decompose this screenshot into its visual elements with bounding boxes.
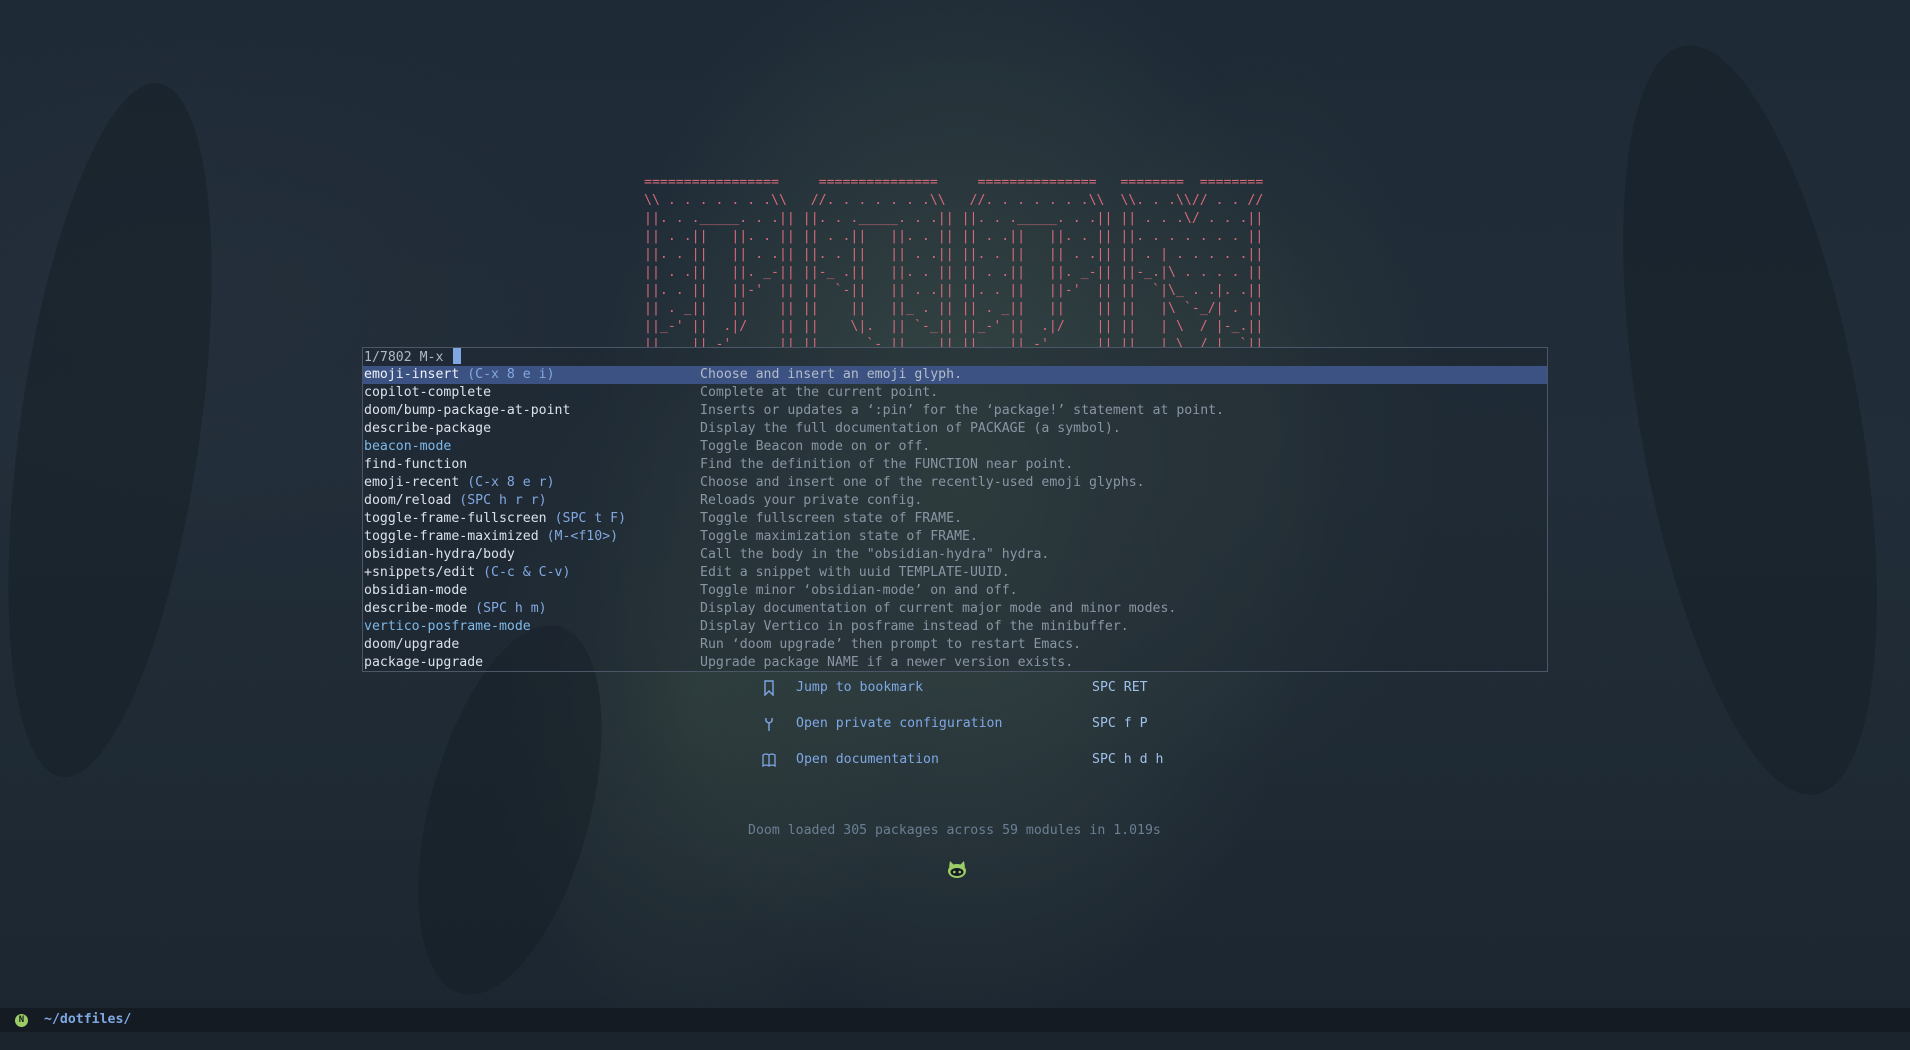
candidate-row[interactable]: copilot-complete Complete at the current … <box>363 384 1547 402</box>
candidate-description: Upgrade package NAME if a newer version … <box>700 655 1074 670</box>
echo-area[interactable] <box>0 1032 1910 1050</box>
command-name: find-function <box>364 457 468 472</box>
keybinding: (SPC h m) <box>467 601 547 616</box>
candidate-command: toggle-frame-fullscreen (SPC t F) <box>364 510 626 528</box>
keybinding: (C-c & C-v) <box>475 565 571 580</box>
menu-keybinding: SPC h d h <box>1092 752 1164 767</box>
vertico-posframe: 1/7802 M-x emoji-insert (C-x 8 e i) Choos… <box>362 347 1548 672</box>
candidate-row[interactable]: doom/bump-package-at-point Inserts or upd… <box>363 402 1547 420</box>
candidate-description: Display documentation of current major m… <box>700 601 1177 616</box>
command-name: package-upgrade <box>364 655 484 670</box>
keybinding: (SPC h r r) <box>451 493 547 508</box>
command-name: doom/reload <box>364 493 452 508</box>
menu-label: Open private configuration <box>796 716 1003 731</box>
candidate-row[interactable]: describe-mode (SPC h m) Display documenta… <box>363 600 1547 618</box>
command-name: vertico-posframe-mode <box>364 619 531 634</box>
bookmark-icon <box>764 680 774 696</box>
candidate-command: emoji-recent (C-x 8 e r) <box>364 474 555 492</box>
candidate-command: describe-package <box>364 420 491 438</box>
book-icon <box>762 753 776 768</box>
candidate-description: Display Vertico in posframe instead of t… <box>700 619 1129 634</box>
candidate-row[interactable]: doom/reload (SPC h r r) Reloads your priv… <box>363 492 1547 510</box>
candidate-command: doom/reload (SPC h r r) <box>364 492 547 510</box>
keybinding: (SPC t F) <box>546 511 627 526</box>
keybinding: (M-<f10>) <box>538 529 619 544</box>
command-name: emoji-recent <box>364 475 460 490</box>
background-shadow <box>0 70 248 790</box>
doom-ascii-banner: ================= =============== ======… <box>644 175 1264 348</box>
buffer-path[interactable]: ~/dotfiles/ <box>44 1008 131 1032</box>
command-name: describe-mode <box>364 601 468 616</box>
candidate-row[interactable]: beacon-mode Toggle Beacon mode on or off. <box>363 438 1547 456</box>
candidate-description: Choose and insert an emoji glyph. <box>700 367 963 382</box>
candidate-description: Inserts or updates a ‘:pin’ for the ‘pac… <box>700 403 1225 418</box>
command-name: doom/upgrade <box>364 637 460 652</box>
candidate-count: 1/7802 <box>364 350 412 365</box>
background-shadow <box>1575 26 1910 814</box>
candidate-description: Complete at the current point. <box>700 385 939 400</box>
candidate-row[interactable]: emoji-recent (C-x 8 e r) Choose and inser… <box>363 474 1547 492</box>
command-name: describe-package <box>364 421 492 436</box>
candidate-command: beacon-mode <box>364 438 451 456</box>
candidate-description: Toggle fullscreen state of FRAME. <box>700 511 963 526</box>
prompt-label: M-x <box>419 350 444 365</box>
candidate-command: +snippets/edit (C-c & C-v) <box>364 564 570 582</box>
candidate-command: doom/bump-package-at-point <box>364 402 570 420</box>
candidate-row[interactable]: obsidian-hydra/body Call the body in the … <box>363 546 1547 564</box>
candidate-description: Reloads your private config. <box>700 493 923 508</box>
candidate-row[interactable]: doom/upgrade Run ‘doom upgrade’ then prom… <box>363 636 1547 654</box>
command-name: obsidian-mode <box>364 583 468 598</box>
candidate-description: Toggle minor ‘obsidian-mode’ on and off. <box>700 583 1018 598</box>
command-name: +snippets/edit <box>364 565 476 580</box>
keybinding: (C-x 8 e i) <box>459 367 555 382</box>
command-name: beacon-mode <box>364 439 452 454</box>
candidate-description: Edit a snippet with uuid TEMPLATE-UUID. <box>700 565 1010 580</box>
command-name: emoji-insert <box>364 367 460 382</box>
github-octocat-icon[interactable] <box>946 861 968 879</box>
candidate-command: describe-mode (SPC h m) <box>364 600 547 618</box>
command-name: obsidian-hydra/body <box>364 547 515 562</box>
command-name: copilot-complete <box>364 385 492 400</box>
candidate-command: emoji-insert (C-x 8 e i) <box>364 366 555 384</box>
candidate-description: Display the full documentation of PACKAG… <box>700 421 1121 436</box>
keybinding: (C-x 8 e r) <box>459 475 555 490</box>
text-cursor <box>453 348 462 364</box>
menu-keybinding: SPC f P <box>1092 716 1148 731</box>
modeline: N ~/dotfiles/ <box>0 1008 1910 1032</box>
minibuffer-prompt[interactable]: 1/7802 M-x <box>363 348 1547 366</box>
candidate-command: obsidian-hydra/body <box>364 546 515 564</box>
candidate-row[interactable]: package-upgrade Upgrade package NAME if a… <box>363 654 1547 671</box>
candidate-command: find-function <box>364 456 467 474</box>
candidate-description: Choose and insert one of the recently-us… <box>700 475 1145 490</box>
command-name: doom/bump-package-at-point <box>364 403 571 418</box>
load-stats: Doom loaded 305 packages across 59 modul… <box>748 823 1161 838</box>
candidate-description: Toggle Beacon mode on or off. <box>700 439 931 454</box>
candidate-row[interactable]: vertico-posframe-mode Display Vertico in … <box>363 618 1547 636</box>
candidate-row[interactable]: describe-package Display the full documen… <box>363 420 1547 438</box>
candidate-command: obsidian-mode <box>364 582 467 600</box>
candidate-description: Run ‘doom upgrade’ then prompt to restar… <box>700 637 1082 652</box>
candidate-command: vertico-posframe-mode <box>364 618 531 636</box>
menu-keybinding: SPC RET <box>1092 680 1148 695</box>
candidate-list: emoji-insert (C-x 8 e i) Choose and inser… <box>363 366 1547 671</box>
candidate-command: doom/upgrade <box>364 636 459 654</box>
candidate-command: copilot-complete <box>364 384 491 402</box>
candidate-command: toggle-frame-maximized (M-<f10>) <box>364 528 618 546</box>
candidate-command: package-upgrade <box>364 654 484 671</box>
candidate-row[interactable]: obsidian-mode Toggle minor ‘obsidian-mode… <box>363 582 1547 600</box>
candidate-description: Toggle maximization state of FRAME. <box>700 529 978 544</box>
candidate-row[interactable]: emoji-insert (C-x 8 e i) Choose and inser… <box>363 366 1547 384</box>
evil-state-badge: N <box>15 1014 28 1027</box>
tools-icon <box>765 717 773 731</box>
candidate-row[interactable]: find-function Find the definition of the … <box>363 456 1547 474</box>
candidate-description: Find the definition of the FUNCTION near… <box>700 457 1074 472</box>
menu-label: Open documentation <box>796 752 939 767</box>
candidate-row[interactable]: +snippets/edit (C-c & C-v) Edit a snippet… <box>363 564 1547 582</box>
candidate-row[interactable]: toggle-frame-maximized (M-<f10>) Toggle m… <box>363 528 1547 546</box>
command-name: toggle-frame-maximized <box>364 529 539 544</box>
candidate-description: Call the body in the "obsidian-hydra" hy… <box>700 547 1050 562</box>
candidate-row[interactable]: toggle-frame-fullscreen (SPC t F) Toggle … <box>363 510 1547 528</box>
menu-label: Jump to bookmark <box>796 680 924 695</box>
command-name: toggle-frame-fullscreen <box>364 511 547 526</box>
